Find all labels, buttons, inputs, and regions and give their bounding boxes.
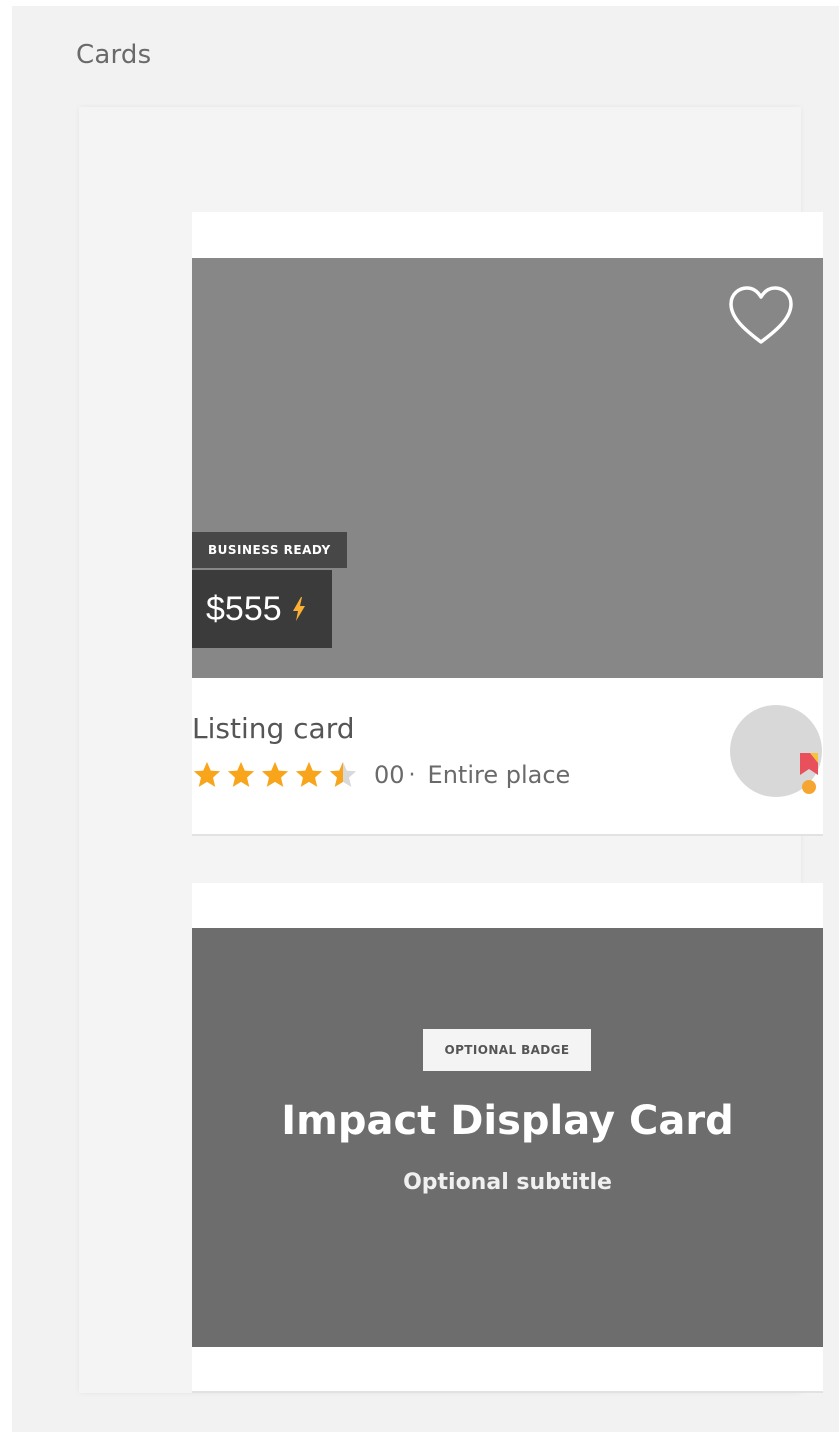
listing-title: Listing card <box>192 712 355 745</box>
price-tag: $555 <box>192 570 332 648</box>
superhost-ribbon-icon <box>800 753 818 794</box>
cards-panel: BUSINESS READY $555 Listing card 00 · En… <box>79 107 823 1393</box>
lightning-bolt-icon <box>292 597 305 621</box>
review-count: 00 <box>374 761 405 789</box>
page-background: Cards BUSINESS READY $555 Listing card 0… <box>12 6 839 1432</box>
business-ready-badge: BUSINESS READY <box>192 532 347 568</box>
listing-image[interactable]: BUSINESS READY $555 <box>192 258 823 678</box>
star-icon <box>193 761 221 787</box>
heart-outline-icon[interactable] <box>727 284 795 348</box>
optional-badge: OPTIONAL BADGE <box>423 1029 591 1071</box>
star-icon <box>295 761 323 787</box>
rating-row: 00 · Entire place <box>192 757 570 793</box>
place-type: Entire place <box>427 761 571 789</box>
listing-card[interactable]: BUSINESS READY $555 Listing card 00 · En… <box>192 212 823 836</box>
separator: · <box>408 762 416 788</box>
price-value: $555 <box>206 589 282 628</box>
impact-display-card[interactable]: OPTIONAL BADGE Impact Display Card Optio… <box>192 883 823 1393</box>
section-title: Cards <box>76 40 152 70</box>
impact-title: Impact Display Card <box>281 1098 734 1144</box>
impact-image[interactable]: OPTIONAL BADGE Impact Display Card Optio… <box>192 928 823 1347</box>
star-icon <box>261 761 289 787</box>
half-star-icon <box>329 761 357 787</box>
star-icon <box>227 761 255 787</box>
impact-subtitle: Optional subtitle <box>403 1170 612 1195</box>
